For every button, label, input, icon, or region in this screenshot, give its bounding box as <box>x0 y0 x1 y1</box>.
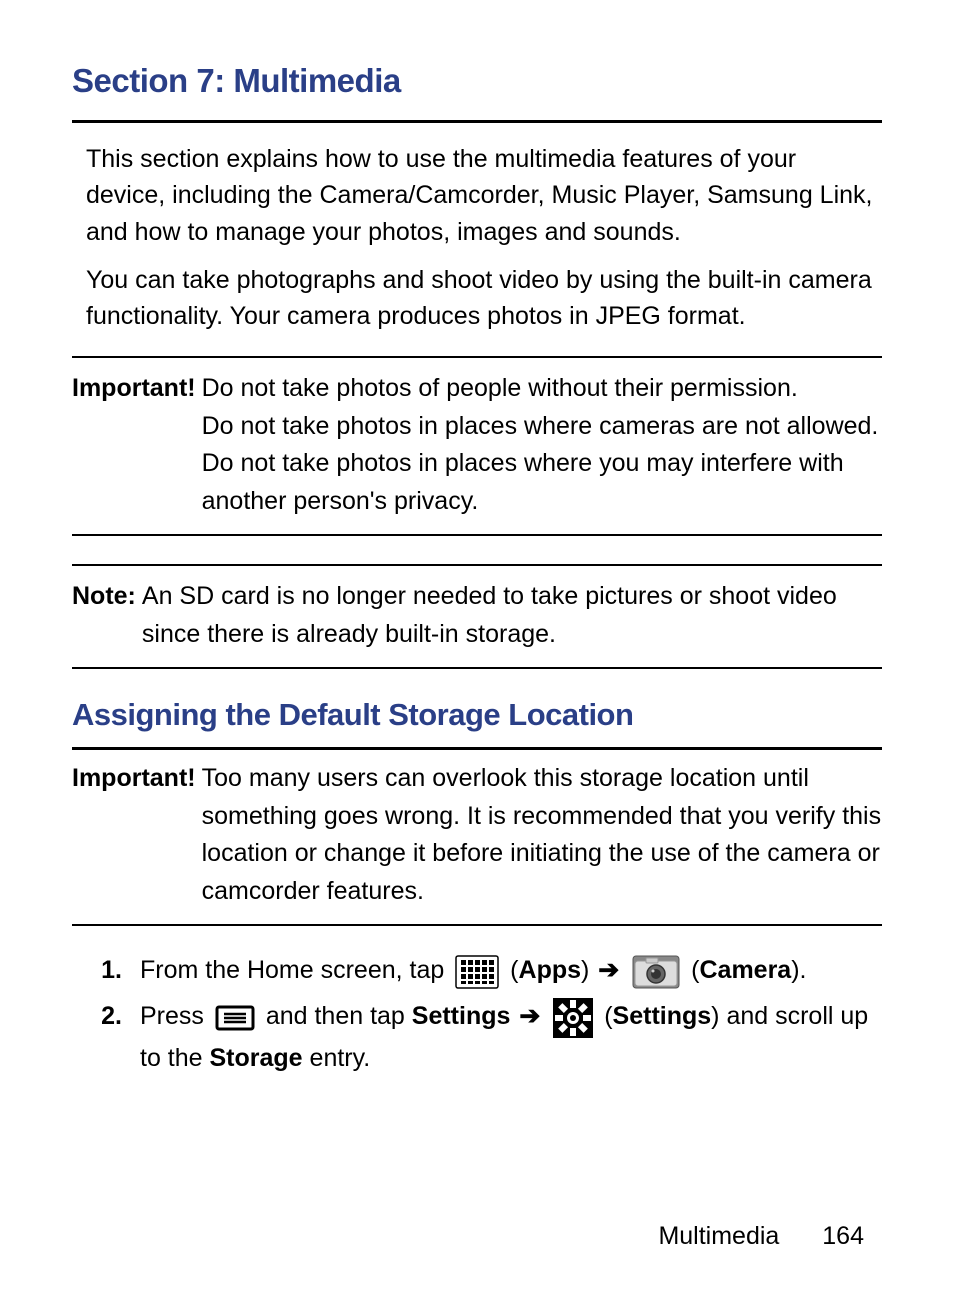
important-label-2: Important! <box>72 764 196 792</box>
step-text: entry. <box>303 1044 371 1072</box>
arrow-icon: ➔ <box>598 956 619 984</box>
important-label: Important! <box>72 374 196 402</box>
important-text-2: Too many users can overlook this storage… <box>202 760 882 910</box>
note-label: Note: <box>72 578 142 653</box>
camera-label: Camera <box>699 956 791 984</box>
arrow-icon: ➔ <box>519 1002 540 1030</box>
step-text: From the Home screen, tap <box>140 956 451 984</box>
intro-paragraph-1: This section explains how to use the mul… <box>86 141 882 250</box>
step-number: 1. <box>86 950 140 992</box>
page-footer: Multimedia 164 <box>658 1222 864 1251</box>
important-line-2: Do not take photos in places where camer… <box>202 408 882 446</box>
settings-label-1: Settings <box>412 1002 511 1030</box>
step-1: 1. From the Home screen, tap (Apps) ➔ <box>86 950 882 992</box>
apps-grid-icon <box>455 951 499 992</box>
section-title: Section 7: Multimedia <box>72 62 882 100</box>
storage-label: Storage <box>210 1044 303 1072</box>
step-number: 2. <box>86 996 140 1079</box>
important-line-1: Do not take photos of people without the… <box>202 370 882 408</box>
subheading: Assigning the Default Storage Location <box>72 697 882 733</box>
important-callout-1: Important! Do not take photos of people … <box>72 356 882 536</box>
steps-list: 1. From the Home screen, tap (Apps) ➔ <box>72 950 882 1079</box>
intro-paragraph-2: You can take photographs and shoot video… <box>86 262 882 335</box>
divider <box>72 120 882 123</box>
note-callout: Note: An SD card is no longer needed to … <box>72 564 882 669</box>
footer-section-name: Multimedia <box>658 1222 779 1250</box>
important-line-3: Do not take photos in places where you m… <box>202 445 882 520</box>
apps-label: Apps <box>519 956 582 984</box>
step-text: and then tap <box>266 1002 412 1030</box>
footer-page-number: 164 <box>822 1222 864 1250</box>
step-text: Press <box>140 1002 211 1030</box>
settings-label-2: Settings <box>613 1002 712 1030</box>
step-2: 2. Press and then tap Settings ➔ <box>86 996 882 1079</box>
gear-icon <box>553 997 593 1038</box>
important-callout-2: Important! Too many users can overlook t… <box>72 750 882 926</box>
note-text: An SD card is no longer needed to take p… <box>142 578 882 653</box>
menu-icon <box>215 997 255 1038</box>
camera-icon <box>632 951 680 992</box>
